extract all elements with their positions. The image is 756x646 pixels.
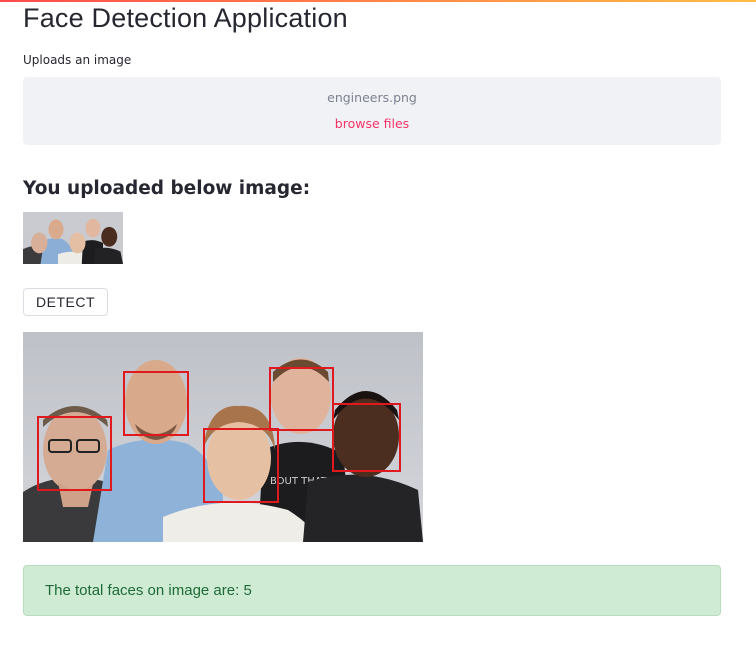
uploaded-image-thumbnail: [23, 212, 123, 264]
uploader-label: Uploads an image: [23, 53, 132, 67]
file-dropzone[interactable]: engineers.png browse files: [23, 77, 721, 145]
uploaded-file-name: engineers.png: [327, 90, 417, 105]
detect-button[interactable]: DETECT: [23, 288, 108, 316]
uploaded-image-heading: You uploaded below image:: [23, 178, 311, 199]
face-count-message: The total faces on image are: 5: [45, 582, 252, 599]
face-count-success-alert: The total faces on image are: 5: [23, 565, 721, 616]
header-decoration-bar: [0, 0, 756, 2]
browse-files-link[interactable]: browse files: [23, 116, 721, 131]
page-title: Face Detection Application: [23, 3, 348, 33]
detection-result-image: BOUT THAT: [23, 332, 423, 542]
